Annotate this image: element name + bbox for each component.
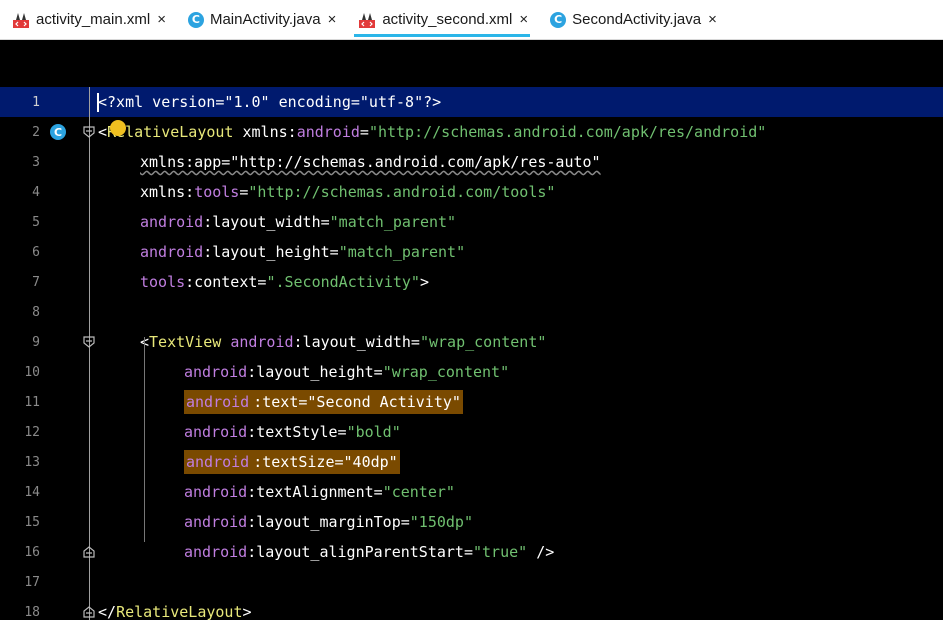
code-text: android:textSize="40dp" <box>184 447 400 477</box>
line-number: 16 <box>24 544 40 560</box>
code-line[interactable]: 17 <box>0 567 943 597</box>
code-line[interactable]: 5 android:layout_width= "match_parent" <box>0 207 943 237</box>
code-line[interactable]: 1 <?xml version="1.0" encoding="utf-8"?> <box>0 87 943 117</box>
line-number: 8 <box>32 304 40 320</box>
close-icon[interactable]: × <box>519 11 528 28</box>
xml-file-icon <box>12 11 30 29</box>
code-text: xmlns: tools = "http://schemas.android.com/… <box>140 183 556 201</box>
code-line[interactable]: 6 android:layout_height= "match_parent" <box>0 237 943 267</box>
code-line[interactable]: 14 android:textAlignment= "center" <box>0 477 943 507</box>
line-number: 6 <box>32 244 40 260</box>
code-text: android:layout_marginTop= "150dp" <box>184 513 473 531</box>
text-caret <box>97 93 99 112</box>
close-icon[interactable]: × <box>157 11 166 28</box>
fold-open-icon[interactable] <box>82 125 96 139</box>
code-text: android:text="Second Activity" <box>184 387 463 417</box>
java-class-icon: C <box>550 11 567 28</box>
code-text: xmlns:app="http://schemas.android.com/ap… <box>140 153 601 171</box>
code-line[interactable]: 16 android:layout_alignParentStart= "true"… <box>0 537 943 567</box>
tab-activity-main-xml[interactable]: activity_main.xml × <box>0 0 176 39</box>
code-line[interactable]: 3 xmlns:app="http://schemas.android.com/a… <box>0 147 943 177</box>
code-line[interactable]: 10 android:layout_height= "wrap_content" <box>0 357 943 387</box>
code-text: android:textAlignment= "center" <box>184 483 455 501</box>
close-icon[interactable]: × <box>328 11 337 28</box>
line-number: 14 <box>24 484 40 500</box>
code-line[interactable]: 15 android:layout_marginTop= "150dp" <box>0 507 943 537</box>
line-number: 13 <box>24 454 40 470</box>
tab-label: SecondActivity.java <box>572 11 702 28</box>
class-badge-icon[interactable]: C <box>50 124 66 140</box>
tab-label: activity_second.xml <box>382 11 513 28</box>
line-number: 3 <box>32 154 40 170</box>
code-line[interactable]: 9 <TextView android:layout_width="wrap_co… <box>0 327 943 357</box>
line-number: 18 <box>24 604 40 620</box>
indent-guide <box>144 337 145 542</box>
xml-file-icon <box>358 11 376 29</box>
line-number: 9 <box>32 334 40 350</box>
line-number: 7 <box>32 274 40 290</box>
code-line[interactable]: 7 tools:context= ".SecondActivity" > <box>0 267 943 297</box>
code-text: android:layout_height= "match_parent" <box>140 243 466 261</box>
code-text: android:textStyle= "bold" <box>184 423 401 441</box>
code-text: android:layout_width= "match_parent" <box>140 213 457 231</box>
code-text: </RelativeLayout > <box>98 603 252 620</box>
code-text: < RelativeLayout xmlns: android = "http://sc… <box>98 123 767 141</box>
code-line[interactable]: 11 android:text="Second Activity" <box>0 387 943 417</box>
line-number: 4 <box>32 184 40 200</box>
line-number: 2 <box>32 124 40 140</box>
tab-label: MainActivity.java <box>209 11 321 28</box>
code-line[interactable]: 2 < RelativeLayout xmlns: android = "http://s… <box>0 117 943 147</box>
editor-header-area <box>0 40 943 87</box>
code-line[interactable]: 4 xmlns: tools = "http://schemas.android.com… <box>0 177 943 207</box>
lightbulb-icon[interactable] <box>110 120 126 136</box>
fold-open-icon[interactable] <box>82 335 96 349</box>
code-editor[interactable]: 18 </RelativeLayout >17 16 android:layout_al… <box>0 87 943 620</box>
code-text: <?xml version="1.0" encoding="utf-8"?> <box>98 93 442 111</box>
tab-second-activity-java[interactable]: C SecondActivity.java × <box>538 0 727 39</box>
tab-main-activity-java[interactable]: C MainActivity.java × <box>176 0 346 39</box>
code-line[interactable]: 18 </RelativeLayout > <box>0 597 943 620</box>
line-number: 17 <box>24 574 40 590</box>
gutter-separator <box>89 87 90 620</box>
line-number: 10 <box>24 364 40 380</box>
code-text: android:layout_height= "wrap_content" <box>184 363 510 381</box>
line-number: 11 <box>24 394 40 410</box>
line-number: 15 <box>24 514 40 530</box>
fold-close-icon[interactable] <box>82 605 96 619</box>
code-line[interactable]: 13 android:textSize="40dp" <box>0 447 943 477</box>
line-number: 1 <box>32 94 40 110</box>
line-number: 12 <box>24 424 40 440</box>
close-icon[interactable]: × <box>708 11 717 28</box>
fold-close-icon[interactable] <box>82 545 96 559</box>
code-line[interactable]: 8 <box>0 297 943 327</box>
line-number: 5 <box>32 214 40 230</box>
tab-label: activity_main.xml <box>36 11 151 28</box>
code-line[interactable]: 12 android:textStyle= "bold" <box>0 417 943 447</box>
code-text: <TextView android:layout_width="wrap_con… <box>140 333 547 351</box>
java-class-icon: C <box>187 11 204 28</box>
code-text: tools:context= ".SecondActivity" > <box>140 273 429 291</box>
code-text: android:layout_alignParentStart= "true" /… <box>184 543 555 561</box>
editor-tab-bar: activity_main.xml × C MainActivity.java … <box>0 0 943 40</box>
tab-activity-second-xml[interactable]: activity_second.xml × <box>346 0 538 39</box>
